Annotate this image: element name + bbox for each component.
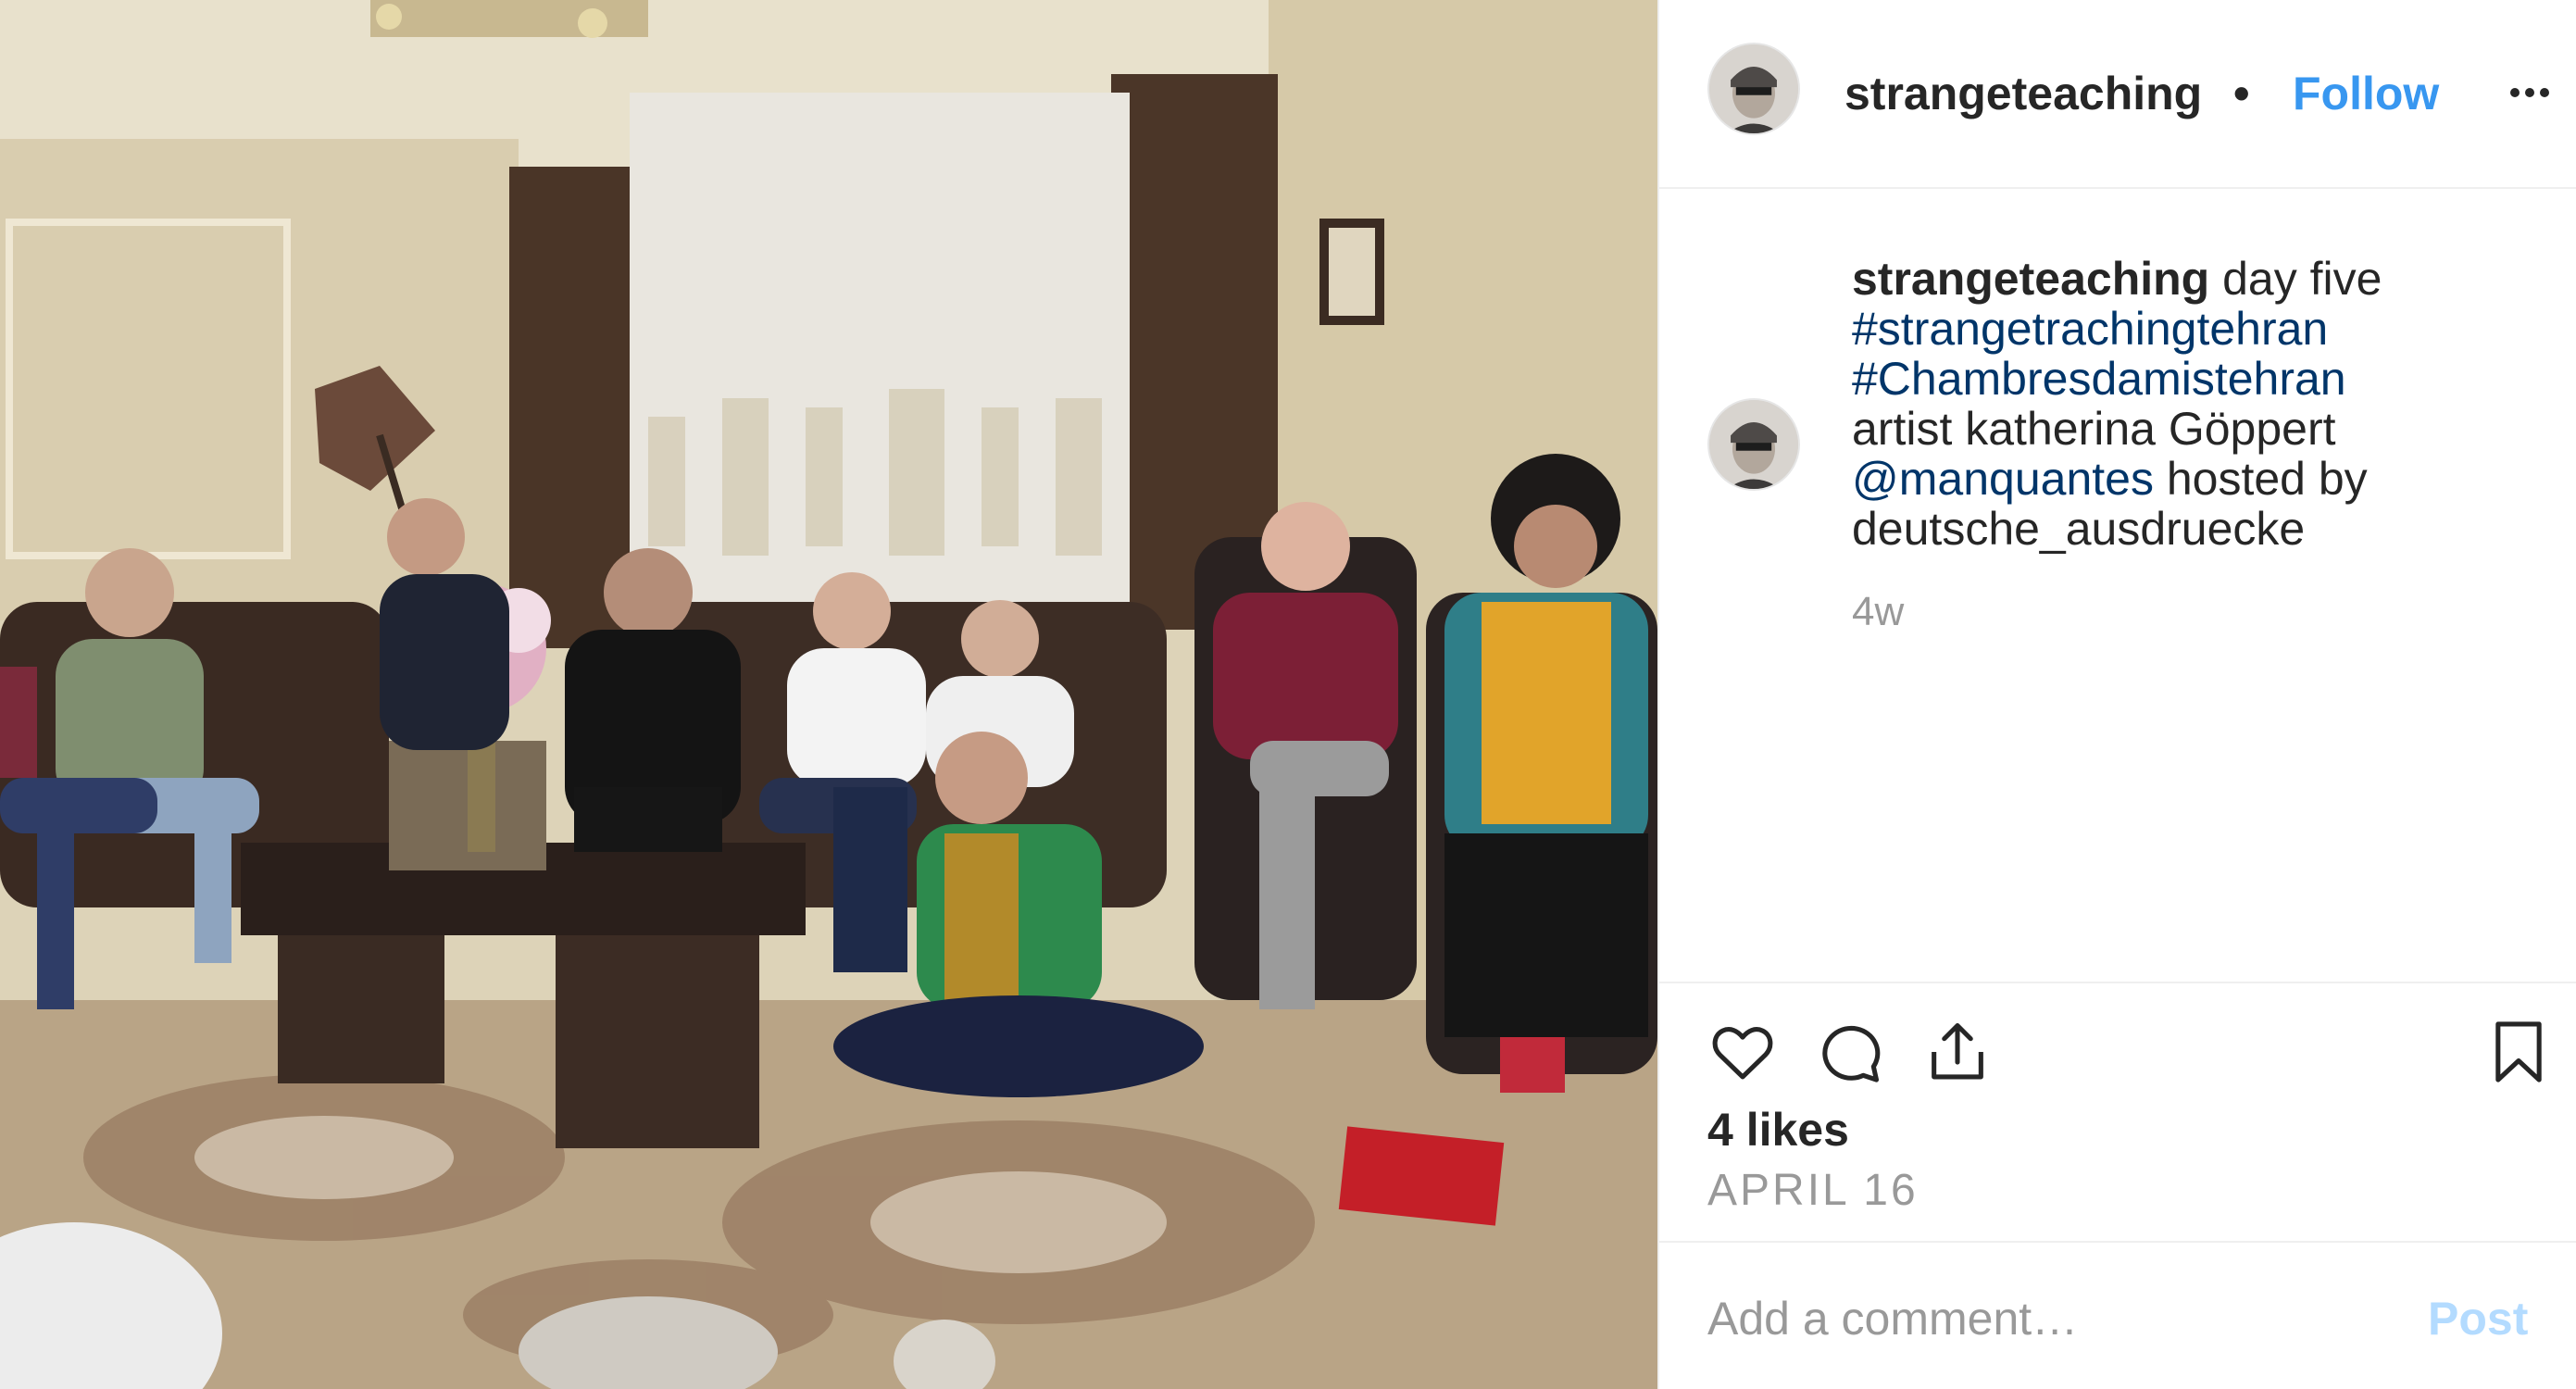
- likes-count[interactable]: 4 likes: [1707, 1102, 1849, 1158]
- comment-box: Post: [1659, 1243, 2576, 1389]
- heart-icon[interactable]: [1707, 1017, 1778, 1087]
- caption-area: strangeteaching day five #strangetrachin…: [1659, 189, 2576, 983]
- comment-input[interactable]: [1707, 1289, 2411, 1348]
- share-icon[interactable]: [1922, 1017, 1993, 1087]
- hashtag-link[interactable]: #Chambresdamistehran: [1852, 353, 2346, 405]
- separator-dot: •: [2233, 68, 2250, 119]
- mention-link[interactable]: @manquantes: [1852, 453, 2154, 505]
- caption-username[interactable]: strangeteaching: [1852, 253, 2209, 305]
- post-actions: 4 likes APRIL 16: [1659, 983, 2576, 1243]
- more-options-icon[interactable]: [2502, 65, 2557, 120]
- hashtag-link[interactable]: #strangetrachingtehran: [1852, 303, 2328, 355]
- post-sidebar: strangeteaching • Follow strangeteaching: [1657, 0, 2576, 1389]
- caption-host-line: deutsche_ausdruecke: [1852, 503, 2306, 555]
- caption-timestamp[interactable]: 4w: [1852, 589, 1904, 635]
- comment-bubble-icon[interactable]: [1815, 1017, 1885, 1087]
- caption-text: day five: [2222, 253, 2382, 305]
- post-comment-button[interactable]: Post: [2428, 1289, 2528, 1348]
- post-photo[interactable]: [0, 0, 1657, 1389]
- profile-picture: [1709, 44, 1798, 133]
- post-caption: strangeteaching day five #strangetrachin…: [1852, 254, 2537, 554]
- profile-picture: [1709, 400, 1798, 489]
- living-room-photo: [0, 0, 1657, 1389]
- caption-text: hosted by: [2166, 453, 2368, 505]
- post-date[interactable]: APRIL 16: [1707, 1164, 1919, 1218]
- follow-button[interactable]: Follow: [2293, 67, 2439, 120]
- post-header: strangeteaching • Follow: [1659, 0, 2576, 189]
- header-username[interactable]: strangeteaching: [1844, 67, 2232, 120]
- caption-avatar[interactable]: [1707, 398, 1800, 491]
- avatar[interactable]: [1707, 43, 1800, 135]
- caption-artist-line: artist katherina Göppert: [1852, 403, 2336, 455]
- bookmark-icon[interactable]: [2483, 1017, 2554, 1087]
